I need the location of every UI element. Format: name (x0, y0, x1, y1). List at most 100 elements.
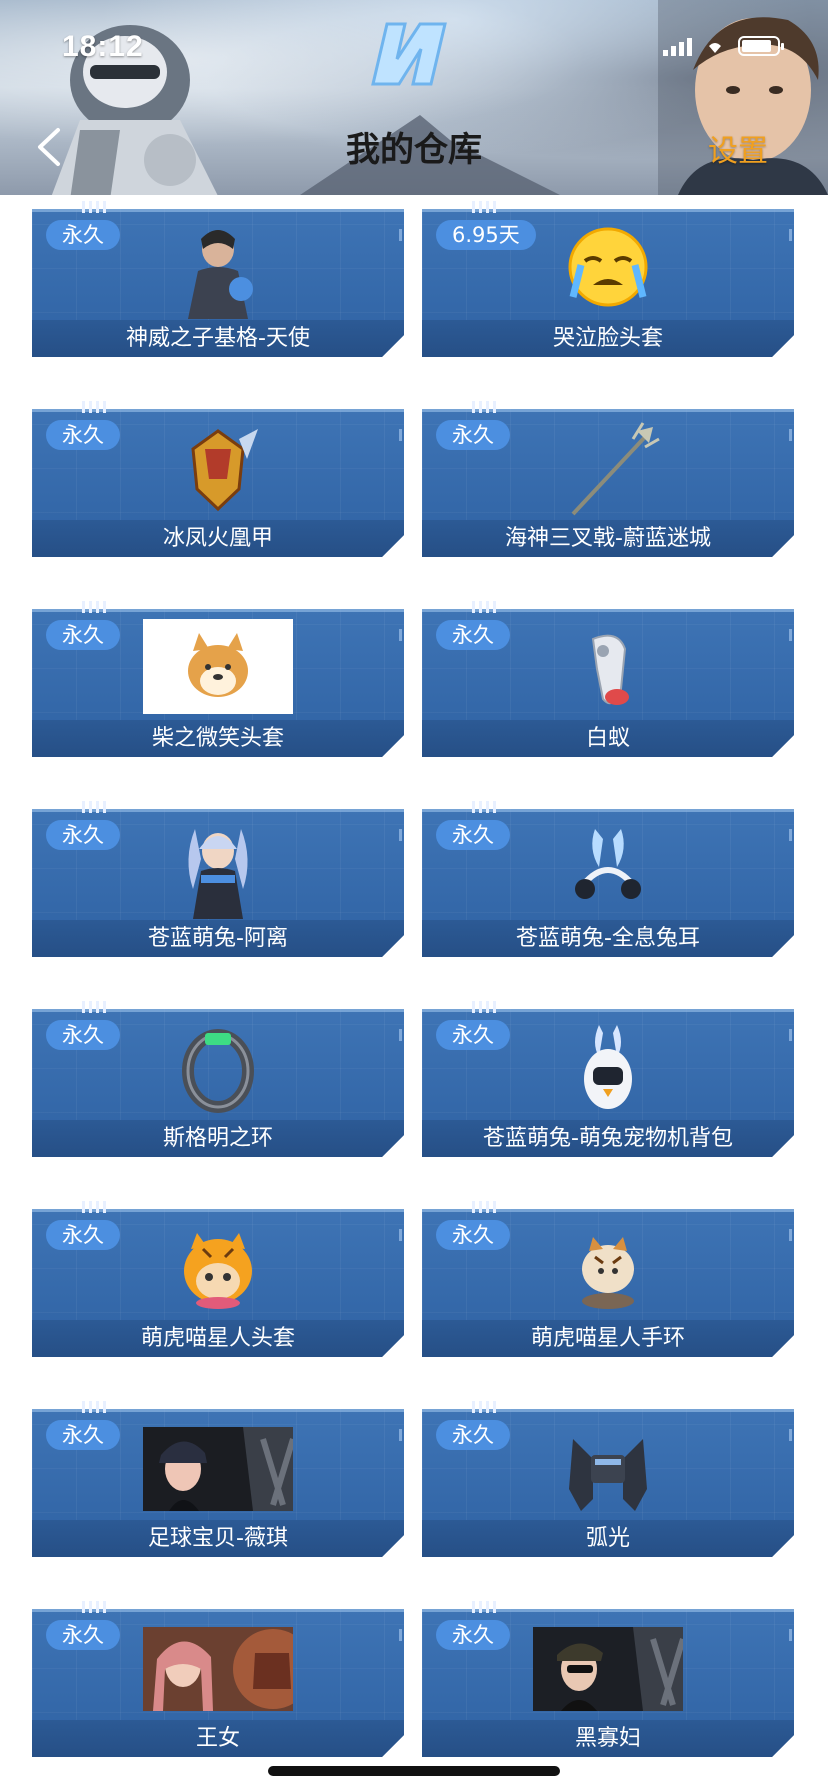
item-name: 白蚁 (585, 726, 630, 751)
item-name: 萌虎喵星人手环 (530, 1326, 685, 1351)
card-side-tick (399, 829, 402, 841)
duration-badge: 永久 (46, 620, 120, 650)
warehouse-item-card[interactable]: 永久王女 (32, 1601, 404, 1757)
duration-badge: 6.95天 (436, 220, 536, 250)
status-icons (663, 36, 784, 56)
bunny-girl-character-icon (188, 829, 248, 919)
page-title: 我的仓库 (346, 130, 482, 170)
warehouse-item-card[interactable]: 6.95天哭泣脸头套 (422, 201, 794, 357)
trident-icon (571, 422, 660, 516)
item-name: 神威之子基格-天使 (126, 326, 310, 351)
item-name: 斯格明之环 (162, 1126, 273, 1151)
arc-drone-icon (569, 1439, 647, 1511)
warehouse-item-card[interactable]: 永久萌虎喵星人头套 (32, 1201, 404, 1357)
card-side-tick (789, 1629, 792, 1641)
card-side-tick (789, 1029, 792, 1041)
header-banner: 18:12 我的仓库 设置 (0, 0, 828, 195)
card-notch-marks (82, 201, 106, 213)
football-girl-banner-icon (143, 1427, 293, 1511)
card-notch-marks (82, 1401, 106, 1413)
tiger-cat-helmet-icon (184, 1233, 252, 1309)
card-side-tick (399, 1629, 402, 1641)
card-notch-marks (472, 1601, 496, 1613)
black-widow-banner-icon (533, 1627, 683, 1711)
item-name: 苍蓝萌兔-阿离 (148, 926, 288, 951)
warehouse-item-card[interactable]: 永久 苍蓝萌兔-全息兔耳 (422, 801, 794, 957)
duration-badge: 永久 (46, 1420, 120, 1450)
card-side-tick (789, 229, 792, 241)
card-side-tick (789, 429, 792, 441)
ring-bracelet-icon (182, 1029, 254, 1113)
item-name: 冰凤火凰甲 (162, 526, 273, 551)
warehouse-item-card[interactable]: 永久足球宝贝-薇琪 (32, 1401, 404, 1557)
tiger-cat-bracelet-icon (582, 1237, 634, 1309)
card-notch-marks (82, 1201, 106, 1213)
duration-badge: 永久 (46, 420, 120, 450)
item-name: 海神三叉戟-蔚蓝迷城 (505, 526, 711, 551)
card-notch-marks (82, 801, 106, 813)
warehouse-item-card[interactable]: 永久柴之微笑头套 (32, 601, 404, 757)
card-side-tick (399, 629, 402, 641)
status-time: 18:12 (62, 30, 144, 63)
white-ant-weapon-icon (591, 634, 629, 705)
bunny-ears-headphones-icon (575, 829, 641, 899)
duration-badge: 永久 (46, 220, 120, 250)
card-side-tick (399, 229, 402, 241)
card-side-tick (399, 1029, 402, 1041)
card-notch-marks (82, 1001, 106, 1013)
item-name: 王女 (195, 1726, 240, 1751)
card-notch-marks (472, 601, 496, 613)
home-indicator (268, 1766, 560, 1776)
duration-badge: 永久 (46, 1220, 120, 1250)
warehouse-item-card[interactable]: 永久苍蓝萌兔-萌兔宠物机背包 (422, 1001, 794, 1157)
phoenix-armor-icon (191, 429, 258, 512)
item-name: 黑寡妇 (574, 1726, 641, 1751)
duration-badge: 永久 (436, 1220, 510, 1250)
card-notch-marks (82, 601, 106, 613)
item-name: 萌虎喵星人头套 (140, 1326, 295, 1351)
card-side-tick (789, 1229, 792, 1241)
item-name: 足球宝贝-薇琪 (148, 1526, 288, 1551)
warehouse-item-card[interactable]: 永久白蚁 (422, 601, 794, 757)
shiba-dog-head-icon (143, 619, 293, 714)
item-name: 苍蓝萌兔-萌兔宠物机背包 (483, 1126, 733, 1151)
princess-banner-icon (143, 1627, 293, 1711)
warehouse-item-card[interactable]: 永久神威之子基格-天使 (32, 201, 404, 357)
warehouse-item-card[interactable]: 永久斯格明之环 (32, 1001, 404, 1157)
card-notch-marks (472, 1401, 496, 1413)
warehouse-item-card[interactable]: 永久海神三叉戟-蔚蓝迷城 (422, 401, 794, 557)
card-side-tick (789, 1429, 792, 1441)
warehouse-item-card[interactable]: 永久冰凤火凰甲 (32, 401, 404, 557)
card-notch-marks (472, 801, 496, 813)
card-side-tick (399, 429, 402, 441)
card-side-tick (789, 629, 792, 641)
duration-badge: 永久 (46, 1020, 120, 1050)
battery-icon (738, 36, 784, 56)
card-notch-marks (82, 401, 106, 413)
duration-badge: 永久 (436, 1620, 510, 1650)
duration-badge: 永久 (436, 420, 510, 450)
character-angel-icon (188, 230, 253, 319)
warehouse-item-card[interactable]: 永久黑寡妇 (422, 1601, 794, 1757)
warehouse-item-card[interactable]: 永久萌虎喵星人手环 (422, 1201, 794, 1357)
item-name: 柴之微笑头套 (151, 726, 284, 751)
warehouse-item-card[interactable]: 永久苍蓝萌兔-阿离 (32, 801, 404, 957)
warehouse-item-card[interactable]: 永久弧光 (422, 1401, 794, 1557)
wifi-icon (709, 43, 721, 53)
item-name: 弧光 (585, 1526, 630, 1551)
card-notch-marks (472, 201, 496, 213)
duration-badge: 永久 (436, 820, 510, 850)
duration-badge: 永久 (436, 1420, 510, 1450)
duration-badge: 永久 (436, 620, 510, 650)
card-notch-marks (82, 1601, 106, 1613)
duration-badge: 永久 (436, 1020, 510, 1050)
signal-icon (663, 36, 692, 56)
card-side-tick (789, 829, 792, 841)
bunny-robot-backpack-icon (584, 1025, 632, 1109)
card-side-tick (399, 1429, 402, 1441)
item-name: 哭泣脸头套 (552, 326, 663, 351)
duration-badge: 永久 (46, 1620, 120, 1650)
duration-badge: 永久 (46, 820, 120, 850)
settings-button[interactable]: 设置 (708, 126, 768, 170)
card-side-tick (399, 1229, 402, 1241)
